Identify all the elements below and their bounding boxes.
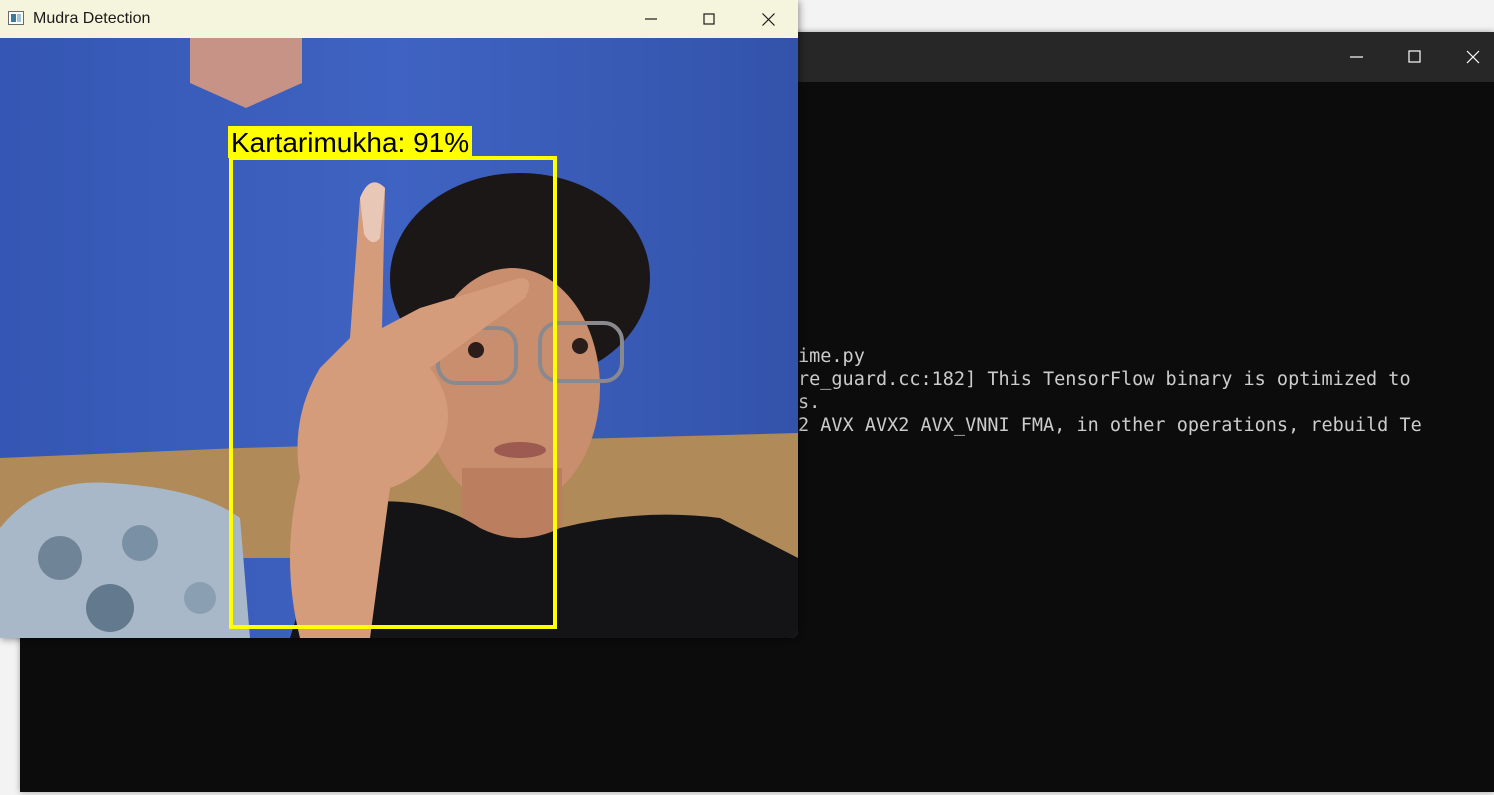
mudra-titlebar[interactable]: Mudra Detection — [0, 0, 798, 38]
close-icon — [762, 13, 775, 26]
window-title: Mudra Detection — [33, 10, 151, 27]
detection-label: Kartarimukha: 91% — [228, 126, 473, 158]
close-icon — [1466, 50, 1480, 64]
terminal-line: re_guard.cc:182] This TensorFlow binary … — [798, 369, 1411, 390]
terminal-line: ime.py — [798, 346, 865, 367]
terminal-line: s. — [798, 392, 821, 413]
maximize-icon — [1408, 50, 1421, 63]
terminal-line: 2 AVX AVX2 AVX_VNNI FMA, in other operat… — [798, 415, 1422, 436]
close-button[interactable] — [739, 0, 797, 38]
minimize-icon — [1350, 56, 1363, 58]
mudra-detection-window: Mudra Detection Kartarimukha: 91% — [0, 0, 798, 638]
maximize-button[interactable] — [680, 0, 738, 38]
terminal-maximize-button[interactable] — [1386, 32, 1444, 82]
terminal-close-button[interactable] — [1444, 32, 1494, 82]
detection-bounding-box — [229, 156, 557, 629]
minimize-button[interactable] — [622, 0, 680, 38]
terminal-minimize-button[interactable] — [1328, 32, 1386, 82]
app-icon — [8, 11, 24, 25]
camera-feed: Kartarimukha: 91% — [0, 38, 798, 638]
minimize-icon — [645, 18, 657, 20]
maximize-icon — [703, 13, 715, 25]
